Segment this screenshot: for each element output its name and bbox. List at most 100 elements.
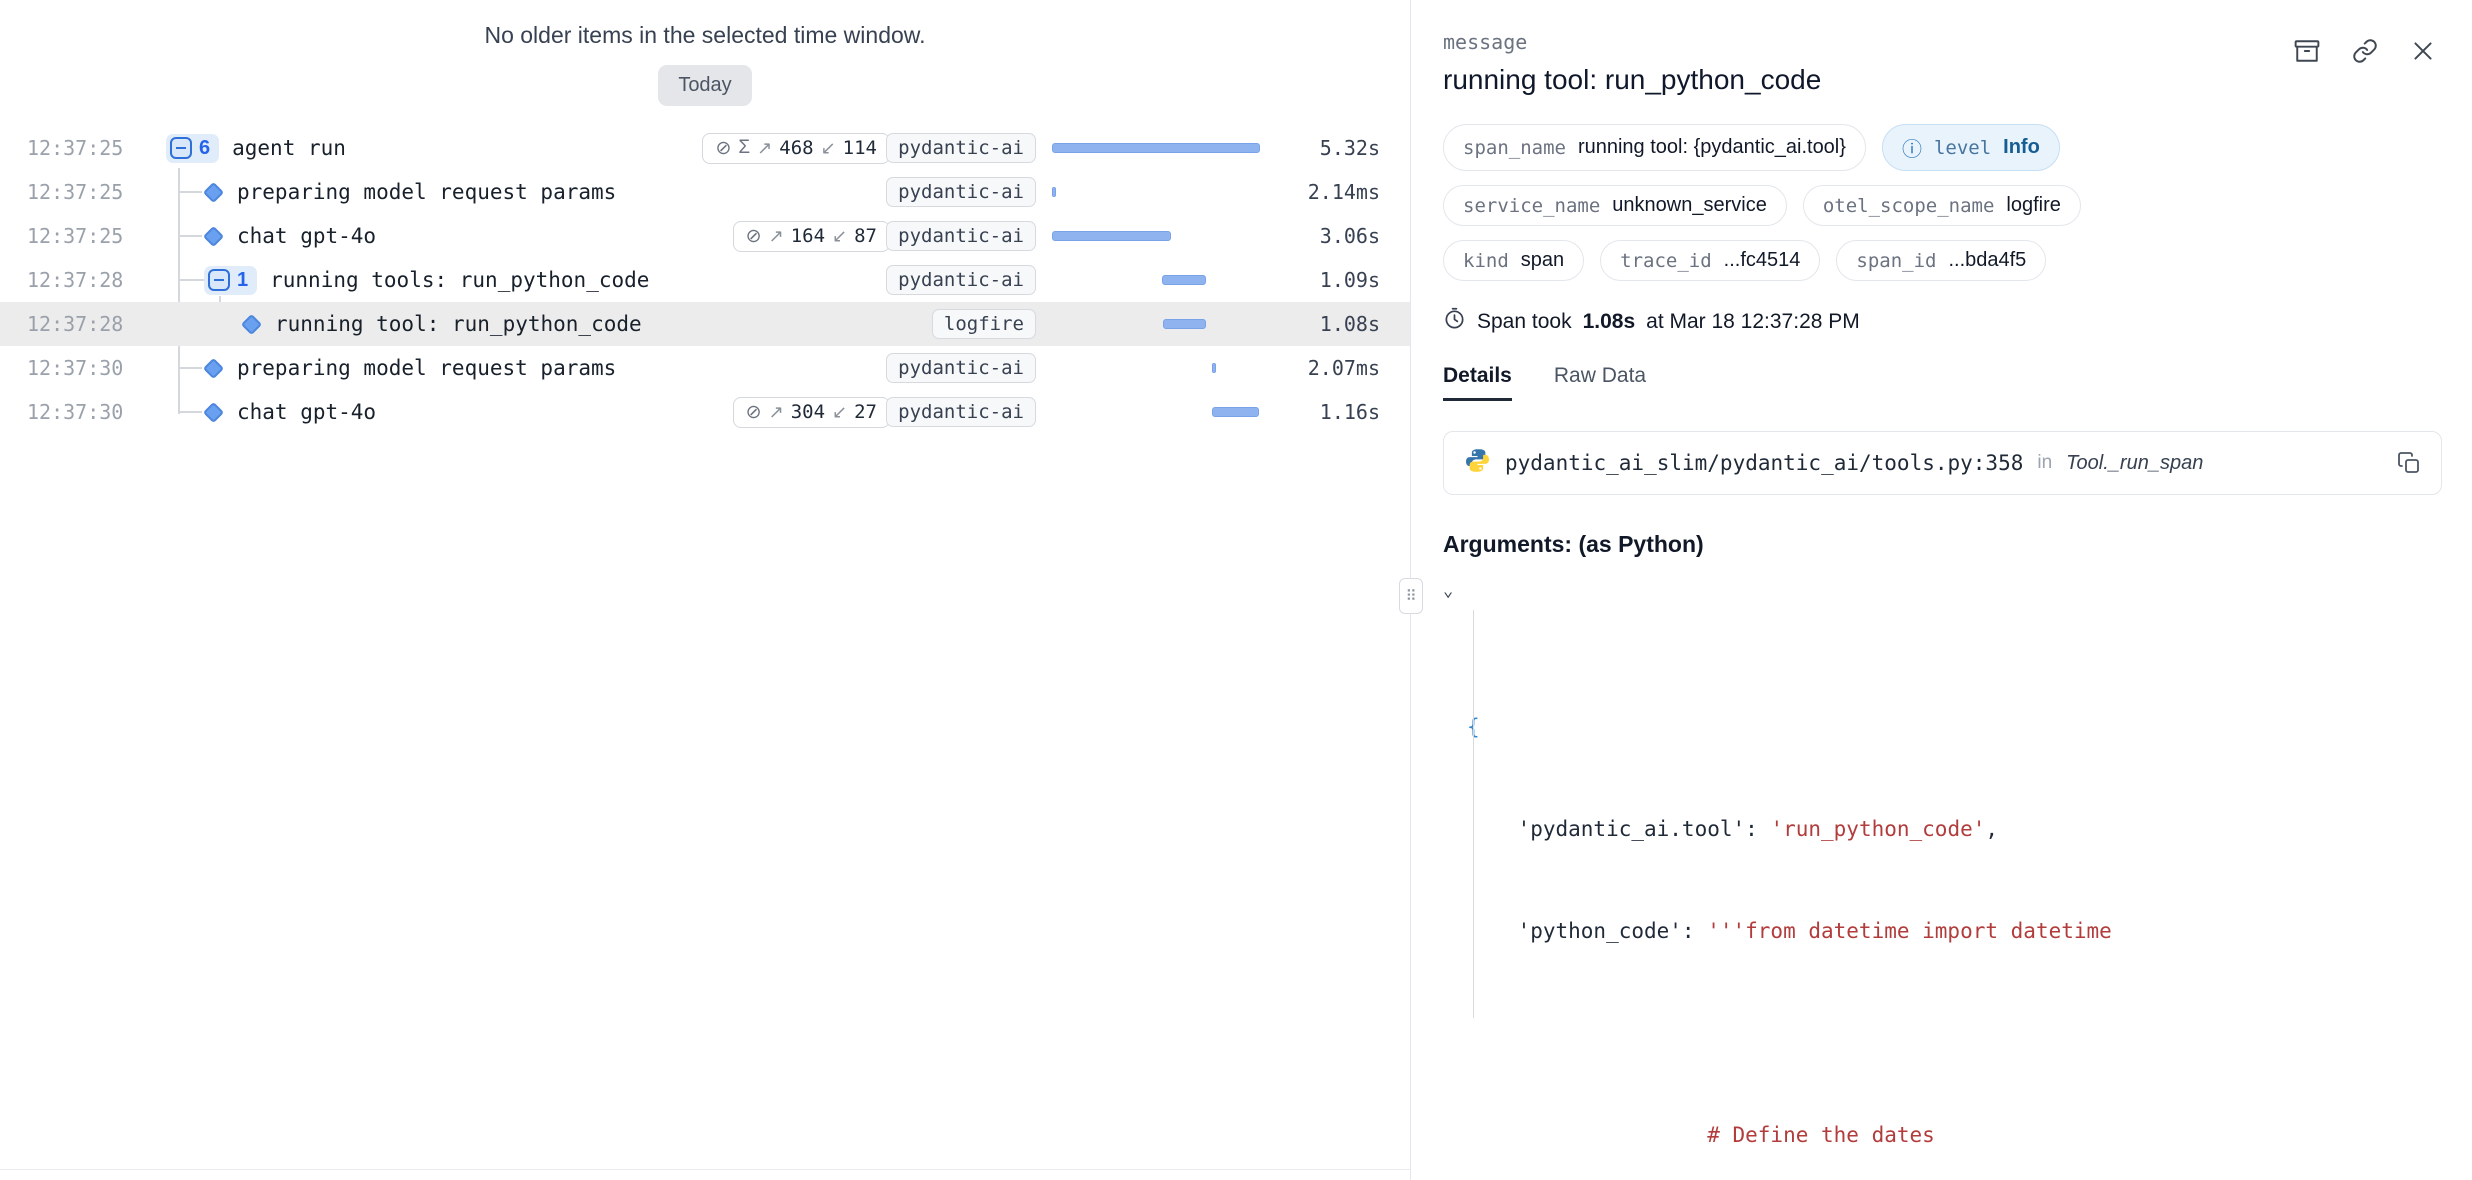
arguments-heading: Arguments: (as Python) xyxy=(1443,531,2442,558)
chip-kind[interactable]: kind span xyxy=(1443,240,1584,281)
scope-tag[interactable]: pydantic-ai xyxy=(886,133,1036,163)
input-tokens: 304 xyxy=(791,401,825,423)
span-name: preparing model request params xyxy=(237,180,616,204)
trace-row-preparing-params[interactable]: 12:37:25 preparing model request params … xyxy=(0,170,1410,214)
row-timestamp: 12:37:25 xyxy=(0,180,149,204)
timeline-bar[interactable] xyxy=(1163,319,1206,329)
tokens-icon: ⊘ xyxy=(746,225,762,248)
arrow-down-icon: ↙ xyxy=(832,402,847,423)
chip-otel-scope-name[interactable]: otel_scope_name logfire xyxy=(1803,185,2081,226)
tree-cell: 6 agent run ⊘ Σ ↗ 468 ↙ 114 xyxy=(149,133,904,164)
timeline-bar[interactable] xyxy=(1052,231,1171,241)
span-name: running tool: run_python_code xyxy=(275,312,642,336)
timeline-bar[interactable] xyxy=(1052,187,1056,197)
span-diamond-icon xyxy=(203,357,224,378)
duration: 5.32s xyxy=(1276,136,1380,160)
trace-row-running-tools[interactable]: 12:37:28 1 running tools: run_python_cod… xyxy=(0,258,1410,302)
chip-level[interactable]: ⓘ level Info xyxy=(1882,124,2060,171)
tab-raw-data[interactable]: Raw Data xyxy=(1554,364,1646,401)
trace-row-running-tool-selected[interactable]: 12:37:28 running tool: run_python_code l… xyxy=(0,302,1410,346)
scope-tag[interactable]: pydantic-ai xyxy=(886,265,1036,295)
arrow-up-icon: ↗ xyxy=(769,226,784,247)
arrow-down-icon: ↙ xyxy=(832,226,847,247)
collapse-minus-icon xyxy=(170,137,192,159)
child-count: 6 xyxy=(199,137,210,160)
no-older-items-notice: No older items in the selected time wind… xyxy=(0,22,1410,49)
output-tokens: 27 xyxy=(854,401,877,423)
tree-cell: running tool: run_python_code xyxy=(149,312,904,336)
timeline-cell xyxy=(1052,317,1260,331)
row-timestamp: 12:37:25 xyxy=(0,136,149,160)
link-icon[interactable] xyxy=(2352,38,2378,64)
row-timestamp: 12:37:28 xyxy=(0,268,149,292)
chip-span-id[interactable]: span_id ...bda4f5 xyxy=(1836,240,2046,281)
took-duration: 1.08s xyxy=(1583,310,1636,334)
duration: 1.09s xyxy=(1276,268,1380,292)
scope-tag[interactable]: pydantic-ai xyxy=(886,177,1036,207)
tab-details[interactable]: Details xyxy=(1443,364,1512,401)
child-count: 1 xyxy=(237,269,248,292)
output-tokens: 114 xyxy=(843,137,877,159)
row-timestamp: 12:37:25 xyxy=(0,224,149,248)
python-icon xyxy=(1464,447,1491,479)
chip-service-name[interactable]: service_name unknown_service xyxy=(1443,185,1787,226)
timeline-cell xyxy=(1052,141,1260,155)
trace-row-agent-run[interactable]: 12:37:25 6 agent run ⊘ Σ ↗ 468 ↙ 114 xyxy=(0,126,1410,170)
detail-panel: message running tool: run_python_code sp… xyxy=(1411,0,2472,1180)
timeline-cell xyxy=(1052,405,1260,419)
detail-tabs: Details Raw Data xyxy=(1443,364,2442,401)
duration: 2.14ms xyxy=(1276,180,1380,204)
archive-icon[interactable] xyxy=(2294,38,2320,64)
took-prefix: Span took xyxy=(1477,310,1572,334)
scope-tag[interactable]: pydantic-ai xyxy=(886,397,1036,427)
tokens-icon: ⊘ xyxy=(746,401,762,424)
timeline-cell xyxy=(1052,361,1260,375)
collapse-chevron-icon[interactable]: ⌄ xyxy=(1443,574,1465,608)
timeline-bar[interactable] xyxy=(1212,407,1259,417)
scope-tag[interactable]: pydantic-ai xyxy=(886,221,1036,251)
sigma-icon: Σ xyxy=(738,137,750,159)
arrow-down-icon: ↙ xyxy=(821,138,836,159)
today-button[interactable]: Today xyxy=(658,65,751,106)
span-diamond-icon xyxy=(203,225,224,246)
collapse-toggle[interactable]: 1 xyxy=(204,266,257,295)
arguments-code-block: ⌄ { 'pydantic_ai.tool': 'run_python_code… xyxy=(1443,574,2442,1180)
duration: 3.06s xyxy=(1276,224,1380,248)
timeline-bar[interactable] xyxy=(1162,275,1206,285)
scope-tag[interactable]: logfire xyxy=(932,309,1036,339)
attribute-chips: span_name running tool: {pydantic_ai.too… xyxy=(1443,124,2442,281)
panel-resize-handle[interactable]: ⠿ xyxy=(1399,578,1423,614)
copy-icon[interactable] xyxy=(2397,451,2421,475)
span-took-line: Span took 1.08s at Mar 18 12:37:28 PM xyxy=(1443,307,2442,336)
timeline-cell xyxy=(1052,273,1260,287)
collapse-toggle[interactable]: 6 xyxy=(166,134,219,163)
chip-span-name[interactable]: span_name running tool: {pydantic_ai.too… xyxy=(1443,124,1866,171)
timeline-bar[interactable] xyxy=(1212,363,1216,373)
timeline-bar[interactable] xyxy=(1052,143,1260,153)
tokens-icon: ⊘ xyxy=(715,137,731,160)
duration: 2.07ms xyxy=(1276,356,1380,380)
trace-row-preparing-params-2[interactable]: 12:37:30 preparing model request params … xyxy=(0,346,1410,390)
tree-cell: chat gpt-4o ⊘ ↗ 304 ↙ 27 xyxy=(149,397,904,428)
token-usage-badge[interactable]: ⊘ ↗ 164 ↙ 87 xyxy=(733,221,890,252)
source-path: pydantic_ai_slim/pydantic_ai/tools.py:35… xyxy=(1505,451,2023,475)
tree-cell: chat gpt-4o ⊘ ↗ 164 ↙ 87 xyxy=(149,221,904,252)
record-kind-label: message xyxy=(1443,30,2442,54)
trace-row-chat-gpt4o[interactable]: 12:37:25 chat gpt-4o ⊘ ↗ 164 ↙ 87 pydant… xyxy=(0,214,1410,258)
source-function: Tool._run_span xyxy=(2066,452,2203,475)
scope-tag[interactable]: pydantic-ai xyxy=(886,353,1036,383)
span-name: agent run xyxy=(232,136,346,160)
stopwatch-icon xyxy=(1443,307,1466,336)
logfire-app: No older items in the selected time wind… xyxy=(0,0,2472,1180)
arrow-up-icon: ↗ xyxy=(769,402,784,423)
token-usage-badge[interactable]: ⊘ Σ ↗ 468 ↙ 114 xyxy=(702,133,890,164)
span-name: preparing model request params xyxy=(237,356,616,380)
trace-row-chat-gpt4o-2[interactable]: 12:37:30 chat gpt-4o ⊘ ↗ 304 ↙ 27 pydant… xyxy=(0,390,1410,434)
took-timestamp: at Mar 18 12:37:28 PM xyxy=(1646,310,1860,334)
tree-cell: preparing model request params xyxy=(149,180,904,204)
token-usage-badge[interactable]: ⊘ ↗ 304 ↙ 27 xyxy=(733,397,890,428)
chip-trace-id[interactable]: trace_id ...fc4514 xyxy=(1600,240,1820,281)
timeline-cell xyxy=(1052,229,1260,243)
close-icon[interactable] xyxy=(2410,38,2436,64)
code-location-box[interactable]: pydantic_ai_slim/pydantic_ai/tools.py:35… xyxy=(1443,431,2442,495)
